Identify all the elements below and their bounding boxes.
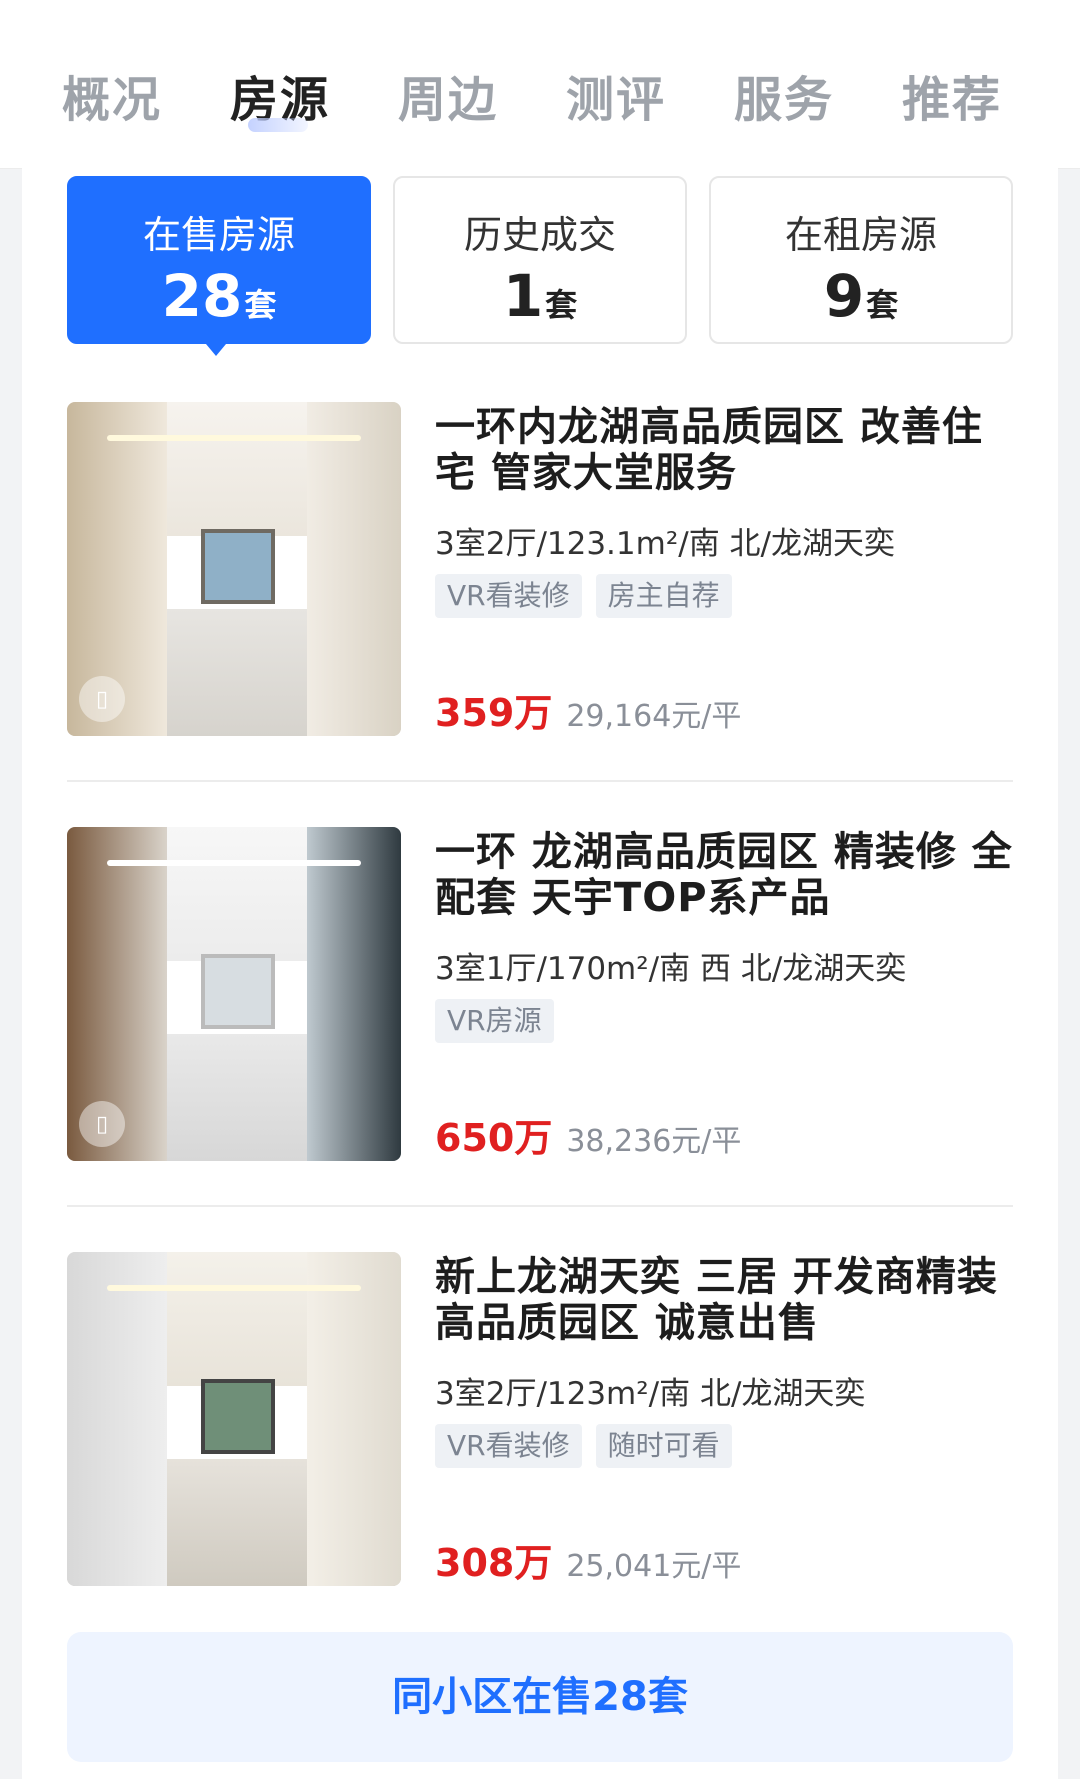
listing-card[interactable]: ▯ 一环 龙湖高品质园区 精装修 全配套 天宇TOP系产品 3室1厅/170m²… bbox=[67, 827, 1013, 1163]
listing-tag: 随时可看 bbox=[595, 1424, 732, 1468]
listing-tags: VR看装修 随时可看 bbox=[435, 1424, 732, 1468]
segment-for-rent[interactable]: 在租房源 9套 bbox=[709, 176, 1013, 344]
listing-card[interactable]: 新上龙湖天奕 三居 开发商精装 高品质园区 诚意出售 3室2厅/123m²/南 … bbox=[67, 1252, 1013, 1588]
active-segment-caret bbox=[206, 344, 226, 356]
divider bbox=[67, 780, 1013, 782]
segment-history-deals[interactable]: 历史成交 1套 bbox=[393, 176, 687, 344]
listing-tag: 房主自荐 bbox=[595, 574, 732, 618]
listing-title: 一环 龙湖高品质园区 精装修 全配套 天宇TOP系产品 bbox=[435, 829, 1013, 921]
divider bbox=[67, 1205, 1013, 1207]
listing-photo[interactable]: ▯ bbox=[67, 402, 401, 736]
tab-review[interactable]: 测评 bbox=[566, 60, 666, 130]
listing-photo[interactable] bbox=[67, 1252, 401, 1586]
listing-title: 新上龙湖天奕 三居 开发商精装 高品质园区 诚意出售 bbox=[435, 1254, 998, 1346]
segment-count-value: 1 bbox=[502, 262, 544, 330]
segment-count: 1套 bbox=[395, 267, 685, 325]
section-tabs: 概况 房源 周边 测评 服务 推荐 bbox=[0, 60, 1080, 140]
segment-label: 历史成交 bbox=[463, 213, 616, 257]
listing-title: 一环内龙湖高品质园区 改善住宅 管家大堂服务 bbox=[435, 404, 983, 496]
listing-price-row: 359万 29,164元/平 bbox=[435, 682, 741, 737]
segment-count-unit: 套 bbox=[866, 286, 899, 324]
listing-meta: 3室2厅/123m²/南 北/龙湖天奕 bbox=[435, 1376, 866, 1412]
listing-unit-price: 38,236元/平 bbox=[566, 1124, 742, 1159]
listing-price-row: 308万 25,041元/平 bbox=[435, 1532, 741, 1587]
segment-count: 28套 bbox=[69, 267, 369, 325]
tab-recommend[interactable]: 推荐 bbox=[902, 60, 1002, 130]
top-tab-bar: 概况 房源 周边 测评 服务 推荐 bbox=[0, 0, 1080, 169]
segment-for-sale[interactable]: 在售房源 28套 bbox=[67, 176, 371, 344]
listing-price-row: 650万 38,236元/平 bbox=[435, 1107, 741, 1162]
segment-label: 在租房源 bbox=[784, 213, 937, 257]
listing-tags: VR房源 bbox=[435, 999, 554, 1043]
listing-price: 650万 bbox=[435, 1116, 553, 1160]
listing-card[interactable]: ▯ 一环内龙湖高品质园区 改善住宅 管家大堂服务 3室2厅/123.1m²/南 … bbox=[67, 402, 1013, 738]
segment-count-value: 9 bbox=[823, 262, 865, 330]
segment-label: 在售房源 bbox=[142, 213, 295, 257]
listing-photo[interactable]: ▯ bbox=[67, 827, 401, 1161]
tab-services[interactable]: 服务 bbox=[734, 60, 834, 130]
listing-price: 308万 bbox=[435, 1541, 553, 1585]
segment-count-unit: 套 bbox=[545, 286, 578, 324]
vr-icon: ▯ bbox=[79, 676, 125, 722]
active-tab-indicator bbox=[248, 118, 308, 132]
tab-overview[interactable]: 概况 bbox=[62, 60, 162, 130]
listing-meta: 3室2厅/123.1m²/南 北/龙湖天奕 bbox=[435, 526, 896, 562]
segment-count-value: 28 bbox=[161, 262, 243, 330]
listing-unit-price: 25,041元/平 bbox=[566, 1549, 742, 1584]
listing-tags: VR看装修 房主自荐 bbox=[435, 574, 732, 618]
listing-price: 359万 bbox=[435, 691, 553, 735]
listing-tag: VR看装修 bbox=[435, 1424, 582, 1468]
segment-count-unit: 套 bbox=[244, 286, 277, 324]
listing-meta: 3室1厅/170m²/南 西 北/龙湖天奕 bbox=[435, 951, 907, 987]
vr-icon: ▯ bbox=[79, 1101, 125, 1147]
segment-count: 9套 bbox=[711, 267, 1011, 325]
tab-surroundings[interactable]: 周边 bbox=[398, 60, 498, 130]
listing-tag: VR房源 bbox=[435, 999, 554, 1043]
listing-tag: VR看装修 bbox=[435, 574, 582, 618]
listing-unit-price: 29,164元/平 bbox=[566, 699, 742, 734]
view-all-for-sale-button[interactable]: 同小区在售28套 bbox=[67, 1632, 1013, 1762]
